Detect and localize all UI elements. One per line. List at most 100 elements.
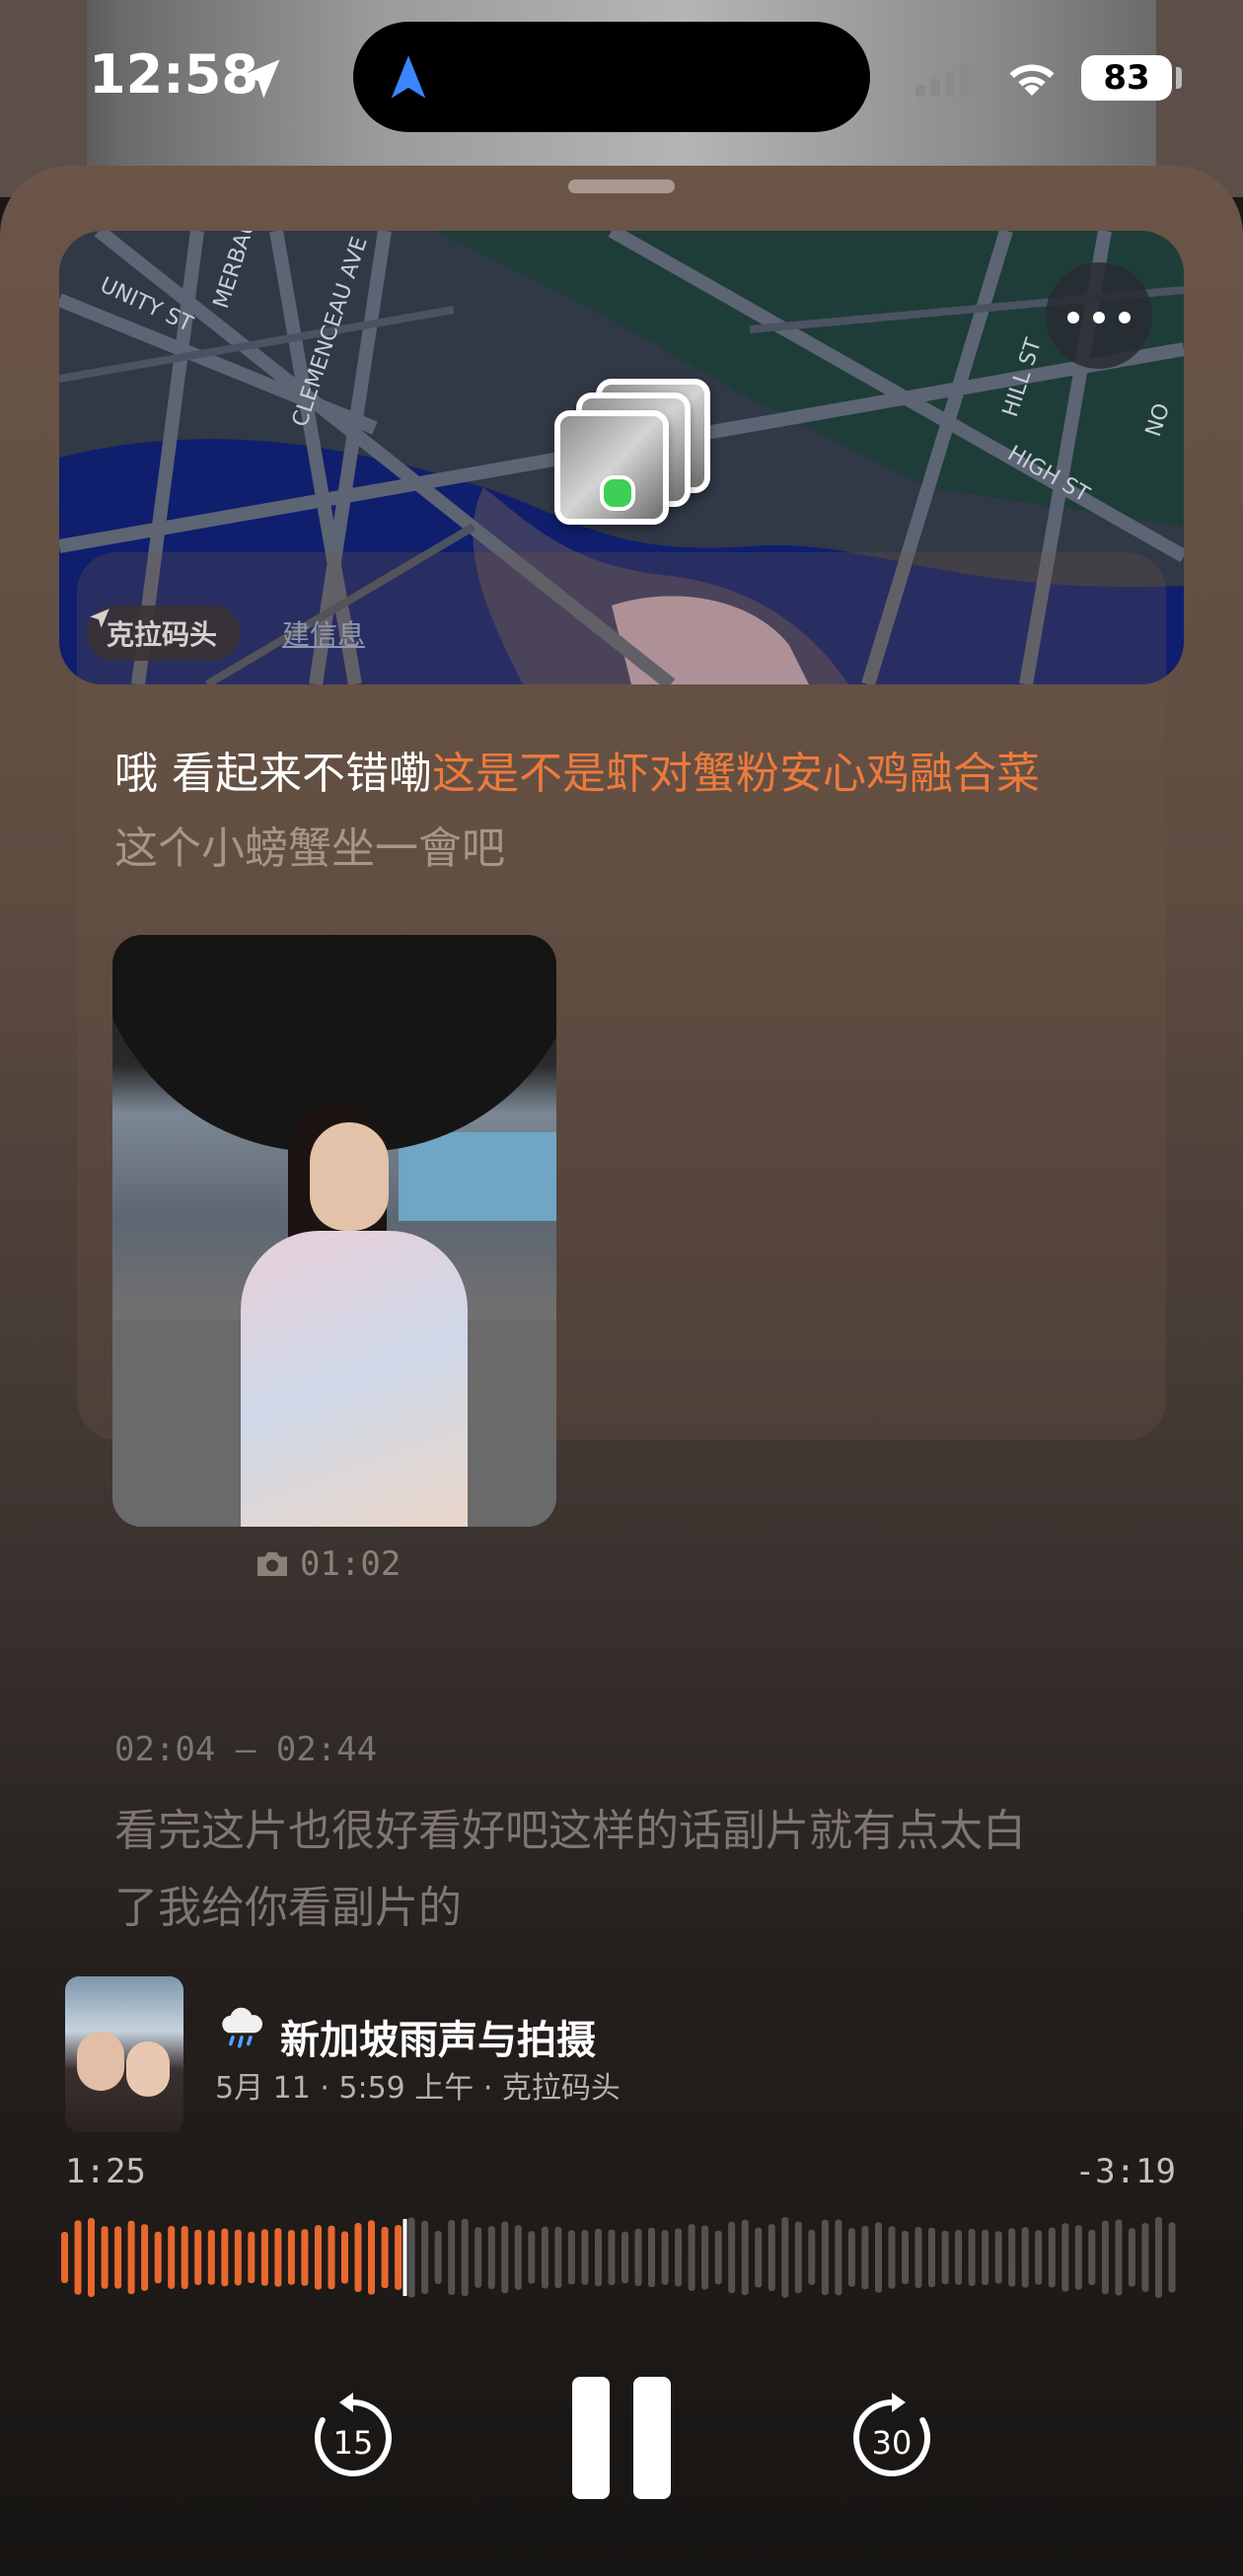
playhead[interactable] xyxy=(402,2219,407,2296)
remaining-time: -3:19 xyxy=(1074,2152,1176,2191)
waveform-bar xyxy=(395,2225,402,2290)
waveform-bar xyxy=(608,2229,616,2286)
waveform-bar xyxy=(1155,2217,1162,2298)
waveform-bar xyxy=(1115,2219,1123,2296)
transcript-line: 了我给你看副片的 xyxy=(114,1883,462,1933)
waveform-bar xyxy=(301,2229,309,2286)
more-button[interactable] xyxy=(1046,262,1152,369)
waveform-bar xyxy=(914,2227,922,2288)
waveform-bar xyxy=(861,2225,869,2290)
cellular-signal-icon xyxy=(915,63,975,97)
waveform-bar xyxy=(381,2226,389,2289)
waveform-bar xyxy=(701,2225,709,2290)
more-dot xyxy=(1067,312,1079,323)
wifi-icon xyxy=(1009,64,1055,96)
waveform-bar xyxy=(461,2218,469,2297)
waveform-bar xyxy=(368,2220,375,2295)
waveform-bar xyxy=(581,2230,589,2285)
waveform-bar xyxy=(968,2229,976,2286)
skip-back-label: 15 xyxy=(333,2424,374,2462)
waveform-scrubber[interactable] xyxy=(61,2215,1182,2300)
waveform-bar xyxy=(955,2230,963,2285)
artwork-person xyxy=(126,2041,170,2097)
photo-dress xyxy=(241,1231,468,1527)
waveform-bar xyxy=(475,2227,482,2288)
waveform-bar xyxy=(1088,2229,1096,2286)
waveform-bar xyxy=(274,2228,282,2287)
pause-button[interactable] xyxy=(572,2377,671,2499)
waveform-bar xyxy=(1074,2225,1082,2290)
waveform-bar xyxy=(501,2221,509,2294)
waveform-bar xyxy=(928,2227,935,2288)
waveform-bar xyxy=(528,2231,536,2284)
waveform-bar xyxy=(341,2231,348,2284)
waveform-bar xyxy=(567,2230,575,2285)
caption-highlight: 这是不是虾对蟹粉安心鸡融合菜 xyxy=(432,749,1040,799)
waveform-bar xyxy=(141,2224,149,2291)
photo-sign xyxy=(399,1132,556,1221)
waveform-bar xyxy=(234,2229,242,2286)
waveform-bar xyxy=(688,2224,695,2291)
dynamic-island[interactable] xyxy=(353,22,870,132)
waveform-bar xyxy=(941,2230,949,2285)
waveform-bar xyxy=(1128,2228,1135,2287)
waveform-bar xyxy=(902,2231,909,2285)
waveform-bar xyxy=(1021,2227,1029,2288)
waveform-bar xyxy=(1061,2223,1069,2292)
waveform-bar xyxy=(821,2219,829,2296)
waveform-bar xyxy=(127,2220,135,2295)
elapsed-time: 1:25 xyxy=(65,2152,146,2191)
pause-bar xyxy=(633,2377,671,2499)
waveform-bar xyxy=(1035,2230,1043,2285)
waveform-bar xyxy=(207,2230,215,2285)
waveform-bar xyxy=(181,2226,188,2289)
pause-bar xyxy=(572,2377,610,2499)
camera-icon xyxy=(257,1552,287,1576)
waveform-bar xyxy=(101,2226,109,2289)
more-dot xyxy=(1093,312,1105,323)
waveform-bar xyxy=(768,2224,775,2291)
waveform-bar xyxy=(1048,2227,1056,2288)
waveform-bar xyxy=(154,2231,162,2284)
status-bar: 12:58 83 xyxy=(0,0,1243,148)
cloud-rain-icon xyxy=(222,2007,262,2048)
skip-forward-30-button[interactable]: 30 xyxy=(844,2391,939,2485)
waveform-bar xyxy=(728,2221,736,2294)
waveform-bar xyxy=(407,2217,415,2298)
waveform-bar xyxy=(61,2232,68,2283)
waveform-bar xyxy=(1101,2220,1109,2295)
waveform-bar xyxy=(622,2231,628,2284)
waveform-bar xyxy=(194,2229,202,2285)
photo-cluster-pin[interactable] xyxy=(548,379,710,537)
waveform-bar xyxy=(741,2219,749,2296)
waveform-bar xyxy=(794,2221,802,2294)
photo-face xyxy=(310,1122,389,1231)
now-playing-artwork[interactable] xyxy=(65,1976,183,2132)
waveform-bar xyxy=(875,2222,882,2293)
entry-photo[interactable] xyxy=(112,935,556,1527)
waveform-bar xyxy=(982,2229,989,2285)
waveform-bar xyxy=(675,2228,683,2287)
waveform-bar xyxy=(315,2225,322,2290)
waveform-bar xyxy=(248,2231,256,2284)
waveform-bar xyxy=(514,2225,522,2290)
waveform-bar xyxy=(114,2226,122,2289)
waveform-bar xyxy=(1168,2222,1176,2293)
artwork-person xyxy=(77,2032,124,2091)
skip-forward-label: 30 xyxy=(872,2424,913,2462)
location-dot xyxy=(600,475,635,511)
waveform-bar xyxy=(648,2227,655,2288)
waveform-bar xyxy=(287,2230,295,2285)
more-dot xyxy=(1119,312,1131,323)
waveform-bar xyxy=(421,2220,429,2295)
waveform-bar xyxy=(1008,2228,1016,2287)
waveform-bar xyxy=(781,2217,789,2298)
waveform-bar xyxy=(888,2226,896,2289)
sheet-grabber[interactable] xyxy=(568,179,675,193)
waveform-bar xyxy=(755,2227,763,2288)
now-playing-subtitle: 5月 11 · 5:59 上午 · 克拉码头 xyxy=(215,2071,621,2106)
waveform-bar xyxy=(434,2231,442,2284)
waveform-bar xyxy=(168,2226,176,2289)
waveform-bar xyxy=(714,2230,722,2285)
skip-back-15-button[interactable]: 15 xyxy=(306,2391,401,2485)
